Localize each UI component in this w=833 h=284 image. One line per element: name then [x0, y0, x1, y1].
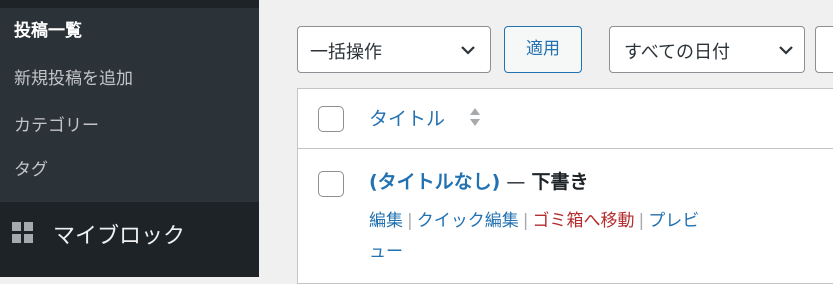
preview-link[interactable]: プレビ	[648, 211, 699, 231]
action-separator: |	[407, 211, 413, 231]
sidebar-bottom-edge	[0, 277, 259, 284]
table-row-title: (タイトルなし) — 下書き	[369, 167, 588, 194]
action-separator: |	[638, 211, 645, 231]
submenu-item-tags[interactable]: タグ	[14, 155, 48, 180]
category-filter-select[interactable]	[815, 26, 833, 73]
chevron-down-icon	[460, 43, 475, 57]
bulk-action-value: 一括操作	[310, 42, 382, 63]
title-separator: —	[500, 171, 532, 193]
action-separator: |	[522, 211, 529, 231]
chevron-down-icon	[778, 43, 793, 57]
date-filter-value: すべての日付	[624, 42, 731, 63]
sort-icon[interactable]	[469, 106, 481, 128]
preview-link-continued[interactable]: ュー	[369, 237, 403, 262]
bulk-action-select[interactable]: 一括操作	[297, 26, 491, 73]
date-filter-select[interactable]: すべての日付	[609, 26, 805, 73]
column-header-title[interactable]: タイトル	[369, 104, 445, 131]
submenu-item-add-new[interactable]: 新規投稿を追加	[14, 64, 133, 89]
main-content: 一括操作 適用 すべての日付 タイトル (タイトルなし) — 下書き 編集 | …	[259, 0, 833, 284]
admin-sidebar: 投稿一覧 新規投稿を追加 カテゴリー タグ マイブロック	[0, 0, 259, 284]
row-checkbox[interactable]	[318, 171, 344, 197]
menu-item-my-blocks[interactable]: マイブロック	[0, 202, 259, 264]
table-header: タイトル	[298, 89, 833, 149]
submenu-item-all-posts[interactable]: 投稿一覧	[14, 16, 82, 41]
grid-icon	[12, 222, 34, 244]
quick-edit-link[interactable]: クイック編集	[417, 211, 519, 231]
post-state: 下書き	[531, 171, 589, 193]
select-all-checkbox[interactable]	[318, 106, 344, 132]
submenu-item-categories[interactable]: カテゴリー	[14, 111, 99, 136]
posts-table: タイトル (タイトルなし) — 下書き 編集 | クイック編集 | ゴミ箱へ移動 | プレビ…	[297, 88, 833, 284]
post-title-link[interactable]: (タイトルなし)	[369, 171, 500, 193]
apply-button[interactable]: 適用	[504, 26, 582, 73]
trash-link[interactable]: ゴミ箱へ移動	[532, 211, 634, 231]
edit-link[interactable]: 編集	[369, 211, 403, 231]
row-actions: 編集 | クイック編集 | ゴミ箱へ移動 | プレビ	[369, 206, 699, 231]
menu-item-label: マイブロック	[53, 224, 186, 249]
sidebar-top-strip	[0, 0, 259, 8]
posts-submenu: 投稿一覧 新規投稿を追加 カテゴリー タグ	[0, 8, 259, 202]
